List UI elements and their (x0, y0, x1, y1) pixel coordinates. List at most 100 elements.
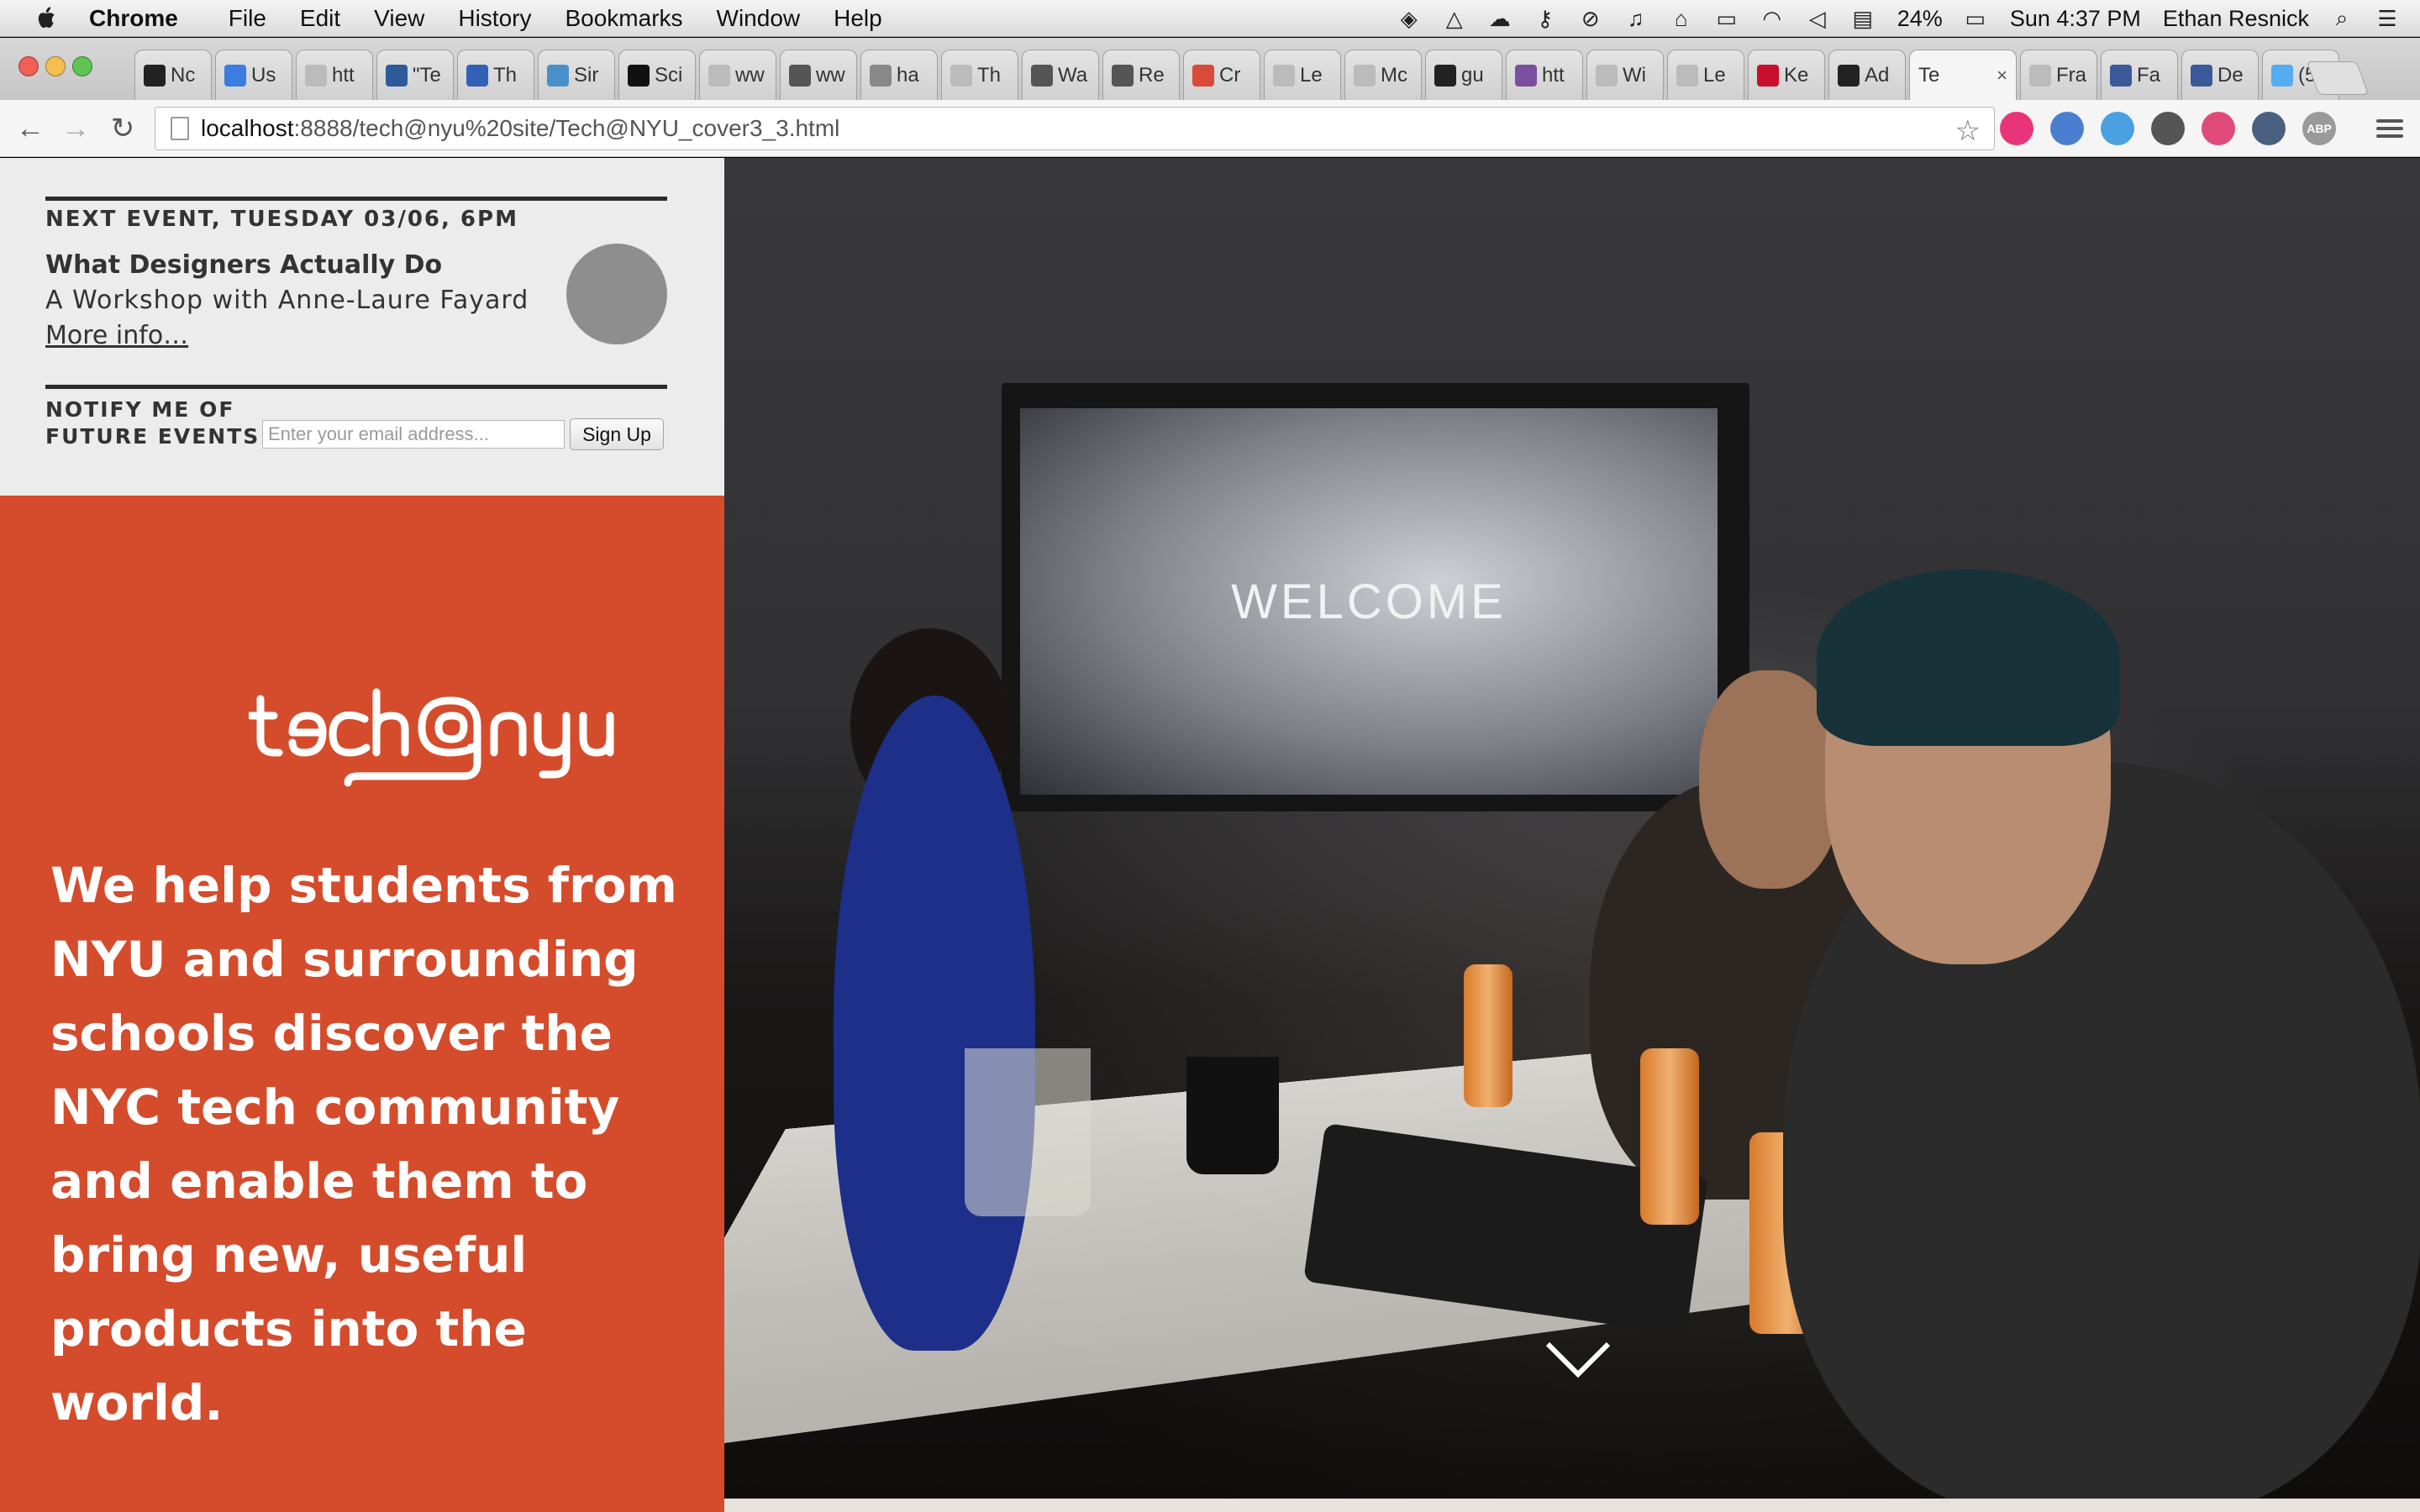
page-icon (708, 64, 730, 87)
bookmark-star-icon[interactable]: ☆ (1955, 114, 1981, 148)
tab-label: Le (1703, 63, 1726, 87)
back-arrow-icon[interactable]: ← (12, 110, 49, 147)
browser-tab[interactable]: Us (215, 50, 292, 100)
browser-tab[interactable]: Th (457, 50, 534, 100)
browser-tab[interactable]: Wi (1586, 50, 1664, 100)
tab-label: htt (1542, 63, 1565, 87)
browser-tab[interactable]: Fra (2020, 50, 2097, 100)
tab-label: Sir (574, 63, 599, 87)
tab-label: htt (332, 63, 355, 87)
browser-tab[interactable]: Cr (1183, 50, 1260, 100)
close-window-button[interactable] (18, 56, 39, 76)
tab-label: "Te (413, 63, 441, 87)
page-viewport: WELCOME NEXT EVENT, TUESDAY 03/06, 6PM W… (0, 158, 2420, 1512)
browser-tab[interactable]: ww (699, 50, 776, 100)
browser-tab[interactable]: Mc (1344, 50, 1422, 100)
left-panel: NEXT EVENT, TUESDAY 03/06, 6PM What Desi… (0, 158, 724, 1512)
url-path: :8888/tech@nyu%20site/Tech@NYU_cover3_3.… (293, 115, 840, 141)
browser-tab[interactable]: "Te (376, 50, 454, 100)
browser-tab[interactable]: Sci (618, 50, 696, 100)
zoom-window-button[interactable] (72, 56, 92, 76)
menu-file[interactable]: File (229, 5, 266, 32)
menu-view[interactable]: View (374, 5, 424, 32)
plus-extension-icon[interactable] (2000, 112, 2033, 145)
creative-cloud-icon[interactable]: ☁ (1487, 6, 1512, 31)
minimize-window-button[interactable] (45, 56, 66, 76)
home-icon[interactable]: ⌂ (1669, 6, 1694, 31)
tab-label: Th (977, 63, 1002, 87)
key-icon[interactable]: ⚷ (1533, 6, 1558, 31)
target-extension-icon[interactable] (2101, 112, 2134, 145)
menu-edit[interactable]: Edit (300, 5, 340, 32)
s-logo-icon (386, 64, 408, 87)
browser-tab[interactable]: Nc (134, 50, 212, 100)
mission-statement: We help students from NYU and surroundin… (50, 857, 677, 1431)
drive-icon[interactable]: △ (1442, 6, 1467, 31)
menu-bookmarks[interactable]: Bookmarks (565, 5, 682, 32)
clock[interactable]: Sun 4:37 PM (2010, 6, 2141, 32)
browser-tab[interactable]: De (2181, 50, 2259, 100)
forward-arrow-icon[interactable]: → (57, 110, 94, 147)
below-fold-peek (724, 1499, 2420, 1512)
battery-percent[interactable]: 24% (1897, 6, 1943, 32)
browser-tab[interactable]: Le (1264, 50, 1341, 100)
blocked-icon[interactable]: ⊘ (1578, 6, 1603, 31)
notify-label: NOTIFY ME OF FUTURE EVENTS (45, 396, 260, 450)
browser-tab[interactable]: ww (780, 50, 857, 100)
wrench-extension-icon[interactable] (2151, 112, 2185, 145)
user-name[interactable]: Ethan Resnick (2163, 6, 2309, 32)
screen-welcome-text: WELCOME (1231, 574, 1507, 629)
chart-extension-icon[interactable] (2050, 112, 2084, 145)
wikipedia-icon (1112, 64, 1134, 87)
browser-tab[interactable]: htt (1506, 50, 1583, 100)
event-title: What Designers Actually Do (45, 250, 443, 280)
battery-icon[interactable]: ▭ (1963, 6, 1988, 31)
browser-tab[interactable]: gu (1425, 50, 1502, 100)
browser-tab[interactable]: Wa (1022, 50, 1099, 100)
apple-icon[interactable] (30, 4, 64, 33)
menu-app-name[interactable]: Chrome (89, 5, 178, 32)
volume-icon[interactable]: ◁ (1805, 6, 1830, 31)
browser-tab[interactable]: Fa (2101, 50, 2178, 100)
tab-label: gu (1461, 63, 1484, 87)
browser-tab[interactable]: Ke (1748, 50, 1825, 100)
browser-tab[interactable]: Te × (1909, 50, 2017, 100)
browser-tab[interactable]: Ad (1828, 50, 1906, 100)
menu-help[interactable]: Help (834, 5, 882, 32)
browser-tab[interactable]: ha (860, 50, 938, 100)
event-heading: NEXT EVENT, TUESDAY 03/06, 6PM (45, 207, 518, 232)
tab-label: Fa (2137, 63, 2161, 87)
tab-label: Te (1918, 63, 1940, 87)
s-circle-icon (466, 64, 488, 87)
stack-extension-icon[interactable] (2252, 112, 2286, 145)
close-tab-icon[interactable]: × (1996, 65, 2007, 87)
chrome-menu-icon[interactable] (2373, 112, 2407, 145)
headphones-icon[interactable]: ♫ (1623, 6, 1649, 31)
divider (45, 197, 667, 201)
pocket-extension-icon[interactable] (2202, 112, 2235, 145)
more-info-link[interactable]: More info… (45, 321, 188, 350)
browser-tab[interactable]: Sir (538, 50, 615, 100)
browser-tab[interactable]: Th (941, 50, 1018, 100)
browser-tab[interactable]: htt (296, 50, 373, 100)
browser-tab[interactable]: Re (1102, 50, 1180, 100)
address-bar[interactable]: localhost:8888/tech@nyu%20site/Tech@NYU_… (155, 107, 1995, 150)
person-body (834, 696, 1035, 1351)
email-field[interactable] (262, 420, 565, 449)
browser-tab[interactable]: Le (1667, 50, 1744, 100)
menu-window[interactable]: Window (717, 5, 801, 32)
us-flag-icon[interactable]: ▤ (1850, 6, 1876, 31)
reload-icon[interactable]: ↻ (104, 110, 141, 147)
sign-up-button[interactable]: Sign Up (570, 418, 664, 450)
wifi-icon[interactable]: ◠ (1760, 6, 1785, 31)
airplay-icon[interactable]: ▭ (1714, 6, 1739, 31)
dropbox-icon[interactable]: ◈ (1397, 6, 1422, 31)
tab-label: Re (1139, 63, 1165, 87)
adblock-extension-icon[interactable]: ABP (2302, 112, 2336, 145)
page-icon (950, 64, 972, 87)
extensions-area: ABP (2000, 108, 2353, 149)
menu-history[interactable]: History (458, 5, 531, 32)
scroll-down-chevron-icon[interactable] (1544, 1339, 1612, 1381)
notification-center-icon[interactable]: ☰ (2375, 6, 2400, 31)
spotlight-icon[interactable]: ⌕ (2329, 5, 2354, 31)
